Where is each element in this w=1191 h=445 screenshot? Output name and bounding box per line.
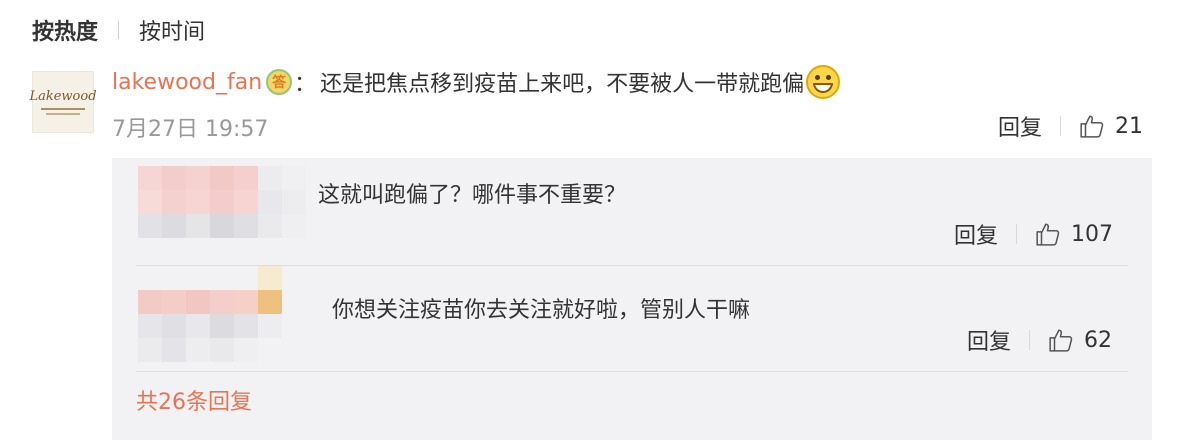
reply-text: 你想关注疫苗你去关注就好啦，管别人干嘛: [332, 298, 751, 323]
like-count: 107: [1071, 221, 1114, 247]
comment-username[interactable]: lakewood_fan: [112, 70, 262, 95]
view-all-replies-link[interactable]: 共26条回复: [136, 384, 252, 416]
divider: [136, 371, 1128, 372]
grinning-face-icon: [806, 65, 841, 99]
reply-text: 这就叫跑偏了？哪件事不重要？: [318, 183, 627, 208]
sort-by-hot-tab[interactable]: 按热度: [32, 14, 98, 46]
thumbs-up-icon[interactable]: [1079, 113, 1105, 139]
sort-bar: 按热度 按时间: [32, 14, 205, 46]
avatar-logo-text: Lakewood: [29, 89, 97, 104]
reply-button[interactable]: 回复: [967, 324, 1011, 356]
reply-actions: 回复 107: [954, 218, 1114, 250]
reply-item: 这就叫跑偏了？哪件事不重要？ 回复 107: [112, 158, 1152, 266]
like-count: 21: [1115, 113, 1144, 139]
comment-colon: ：: [294, 72, 317, 97]
pixelated-avatar-name: [138, 166, 306, 238]
reply-button[interactable]: 回复: [998, 110, 1042, 142]
avatar[interactable]: Lakewood: [29, 71, 97, 133]
like-count: 62: [1084, 327, 1113, 353]
thumbs-up-icon[interactable]: [1048, 327, 1074, 353]
comment-body: lakewood_fan 答 ： 还是把焦点移到疫苗上来吧，不要被人一带就跑偏: [112, 64, 841, 100]
pixelated-avatar-name: [138, 266, 306, 362]
avatar-decoration: [46, 113, 80, 115]
reply-item: 你想关注疫苗你去关注就好啦，管别人干嘛 回复 62: [112, 266, 1152, 372]
divider: [1060, 116, 1062, 136]
sort-by-time-tab[interactable]: 按时间: [139, 14, 205, 46]
divider: [118, 21, 120, 39]
divider: [1029, 330, 1031, 350]
comment-text: 还是把焦点移到疫苗上来吧，不要被人一带就跑偏: [320, 72, 805, 97]
reply-button[interactable]: 回复: [954, 218, 998, 250]
comment-actions: 回复 21: [998, 110, 1144, 142]
avatar-decoration: [41, 108, 85, 110]
comment-timestamp: 7月27日 19:57: [112, 117, 269, 142]
thumbs-up-icon[interactable]: [1035, 221, 1061, 247]
divider: [1016, 224, 1018, 244]
replies-panel: 这就叫跑偏了？哪件事不重要？ 回复 107 你想关注疫苗你去关注就好啦，管别人干…: [112, 158, 1152, 440]
reply-actions: 回复 62: [967, 324, 1113, 356]
answerer-badge-icon: 答: [266, 69, 293, 95]
